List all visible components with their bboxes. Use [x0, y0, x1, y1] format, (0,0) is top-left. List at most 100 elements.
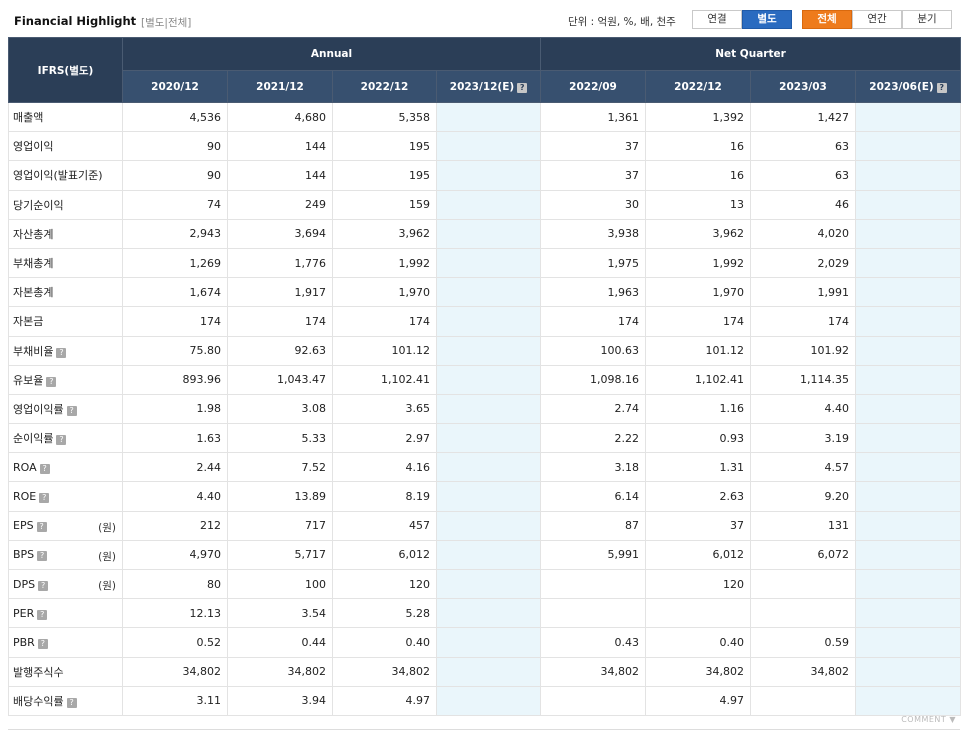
- row-label-cell: 당기순이익: [8, 190, 123, 220]
- table-cell: [855, 394, 962, 425]
- table-cell: 120: [645, 569, 751, 600]
- table-row: ROE? 4.40 13.89 8.19 6.14 2.63 9.20: [8, 481, 962, 512]
- row-label: 자본총계: [13, 286, 54, 300]
- table-cell: 1.63: [122, 423, 228, 454]
- row-label: 자산총계: [13, 227, 54, 241]
- help-icon[interactable]: ?: [37, 551, 48, 562]
- table-cell: 249: [227, 190, 333, 220]
- table-cell: [436, 219, 541, 249]
- table-cell: 6,012: [332, 540, 437, 571]
- table-cell: 195: [332, 160, 437, 191]
- help-icon[interactable]: ?: [46, 376, 57, 387]
- table-cell: 1,776: [227, 248, 333, 279]
- table-cell: [855, 190, 962, 220]
- table-cell: 1,992: [645, 248, 751, 279]
- row-label: PER: [13, 606, 35, 620]
- table-cell: [436, 598, 541, 629]
- table-cell: 6,012: [645, 540, 751, 571]
- table-cell: 120: [332, 569, 437, 600]
- table-cell: 6.14: [540, 481, 646, 512]
- table-cell: 3.18: [540, 452, 646, 483]
- table-cell: [436, 627, 541, 658]
- table-cell: [645, 598, 751, 629]
- table-cell: [436, 657, 541, 687]
- table-cell: [436, 394, 541, 425]
- row-label: PBR: [13, 635, 35, 649]
- help-icon[interactable]: ?: [66, 697, 77, 708]
- column-header-estimate: 2023/12(E)?: [436, 70, 541, 103]
- quarter-button[interactable]: 분기: [902, 10, 952, 29]
- section-header: Financial Highlight [별도|전체] 단위 : 억원, %, …: [8, 6, 960, 34]
- table-cell: 5,991: [540, 540, 646, 571]
- table-cell: 1,102.41: [332, 365, 437, 395]
- table-cell: 63: [750, 131, 856, 162]
- table-cell: [436, 452, 541, 483]
- table-cell: 90: [122, 131, 228, 162]
- help-icon[interactable]: ?: [56, 435, 67, 446]
- help-icon[interactable]: ?: [38, 580, 49, 591]
- column-header: 2022/09: [540, 70, 646, 103]
- table-cell: 174: [750, 306, 856, 337]
- help-icon[interactable]: ?: [517, 82, 528, 93]
- table-cell: 12.13: [122, 598, 228, 629]
- table-cell: 1,674: [122, 277, 228, 308]
- row-label-cell: 자산총계: [8, 219, 123, 249]
- table-cell: 3.08: [227, 394, 333, 425]
- table-row: 당기순이익 74 249 159 30 13 46: [8, 190, 962, 220]
- table-cell: [855, 657, 962, 687]
- help-icon[interactable]: ?: [37, 609, 48, 620]
- column-header: 2022/12: [332, 70, 437, 103]
- table-cell: [855, 219, 962, 249]
- table-cell: 0.59: [750, 627, 856, 658]
- column-header: 2023/03: [750, 70, 856, 103]
- table-cell: 1,102.41: [645, 365, 751, 395]
- table-cell: 34,802: [750, 657, 856, 687]
- all-button[interactable]: 전체: [802, 10, 852, 29]
- row-label: 유보율: [13, 373, 44, 387]
- help-icon[interactable]: ?: [37, 638, 48, 649]
- table-cell: [436, 365, 541, 395]
- table-cell: 34,802: [227, 657, 333, 687]
- table-cell: 1,114.35: [750, 365, 856, 395]
- table-cell: 174: [645, 306, 751, 337]
- row-label-cell: 순이익률?: [8, 423, 123, 454]
- row-label-cell: 부채총계: [8, 248, 123, 279]
- table-cell: 101.12: [645, 336, 751, 366]
- table-cell: [436, 569, 541, 600]
- help-icon[interactable]: ?: [39, 463, 50, 474]
- table-cell: 1,975: [540, 248, 646, 279]
- table-cell: [855, 248, 962, 279]
- help-icon[interactable]: ?: [39, 493, 50, 504]
- table-cell: [436, 160, 541, 191]
- table-cell: 159: [332, 190, 437, 220]
- help-icon[interactable]: ?: [66, 405, 77, 416]
- row-label: ROA: [13, 460, 37, 474]
- table-cell: 5.28: [332, 598, 437, 629]
- table-cell: 34,802: [540, 657, 646, 687]
- table-cell: 3,938: [540, 219, 646, 249]
- separate-button[interactable]: 별도: [742, 10, 792, 29]
- row-label-cell: 영업이익률?: [8, 394, 123, 425]
- comment-toggle[interactable]: COMMENT ▼: [901, 715, 956, 724]
- table-cell: 457: [332, 511, 437, 541]
- table-cell: 3.19: [750, 423, 856, 454]
- row-label-cell: 영업이익: [8, 131, 123, 162]
- section-title: Financial Highlight: [14, 14, 137, 28]
- table-cell: [855, 277, 962, 308]
- table-cell: [436, 190, 541, 220]
- table-cell: [855, 452, 962, 483]
- table-cell: 1,043.47: [227, 365, 333, 395]
- help-icon[interactable]: ?: [56, 347, 67, 358]
- help-icon[interactable]: ?: [936, 82, 947, 93]
- table-cell: [855, 423, 962, 454]
- annual-button[interactable]: 연간: [852, 10, 902, 29]
- table-cell: 0.43: [540, 627, 646, 658]
- table-cell: 63: [750, 160, 856, 191]
- help-icon[interactable]: ?: [36, 522, 47, 533]
- table-cell: [750, 598, 856, 629]
- unit-label: 단위 : 억원, %, 배, 천주: [568, 16, 676, 28]
- table-row: 영업이익 90 144 195 37 16 63: [8, 131, 962, 162]
- table-cell: 8.19: [332, 481, 437, 512]
- consolidated-button[interactable]: 연결: [692, 10, 742, 29]
- group-header-net-quarter: Net Quarter: [539, 37, 962, 71]
